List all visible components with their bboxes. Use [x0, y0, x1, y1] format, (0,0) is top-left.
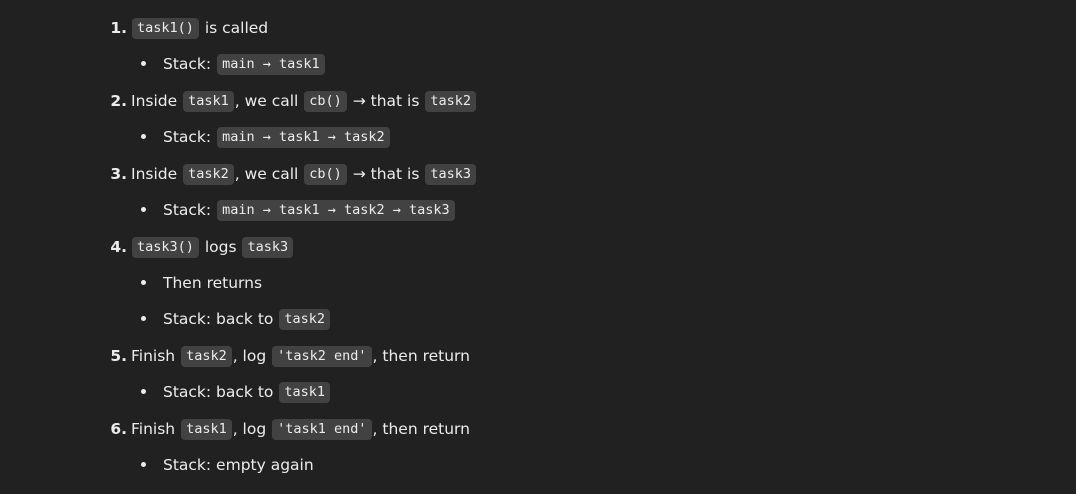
list-item: 6. Finish task1 , log 'task1 end' , then…	[110, 417, 470, 441]
bullet-icon	[141, 207, 146, 212]
step-text: , we call	[234, 165, 304, 183]
step-number: 5.	[110, 347, 127, 365]
step-text: Finish	[131, 420, 181, 438]
sub-text: Stack:	[163, 55, 217, 73]
step-text: logs	[199, 238, 242, 256]
step-text: → that is	[347, 165, 425, 183]
step-text: Inside	[131, 92, 183, 110]
step-text: is called	[199, 19, 269, 37]
inline-code: main → task1	[217, 53, 325, 75]
bullet-icon	[141, 280, 146, 285]
inline-code: task1	[183, 90, 234, 112]
step-number: 2.	[110, 92, 127, 110]
sub-list-item: Stack: back to task1	[141, 380, 331, 404]
inline-code: main → task1 → task2 → task3	[217, 199, 455, 221]
sub-list-item: Stack: empty again	[141, 453, 314, 477]
inline-code: task1	[181, 418, 232, 440]
sub-list-item: Stack: main → task1 → task2 → task3	[141, 198, 456, 222]
inline-code: task1()	[132, 17, 199, 39]
step-text: , then return	[372, 347, 470, 365]
sub-text: Stack:	[163, 128, 217, 146]
bullet-icon	[141, 316, 146, 321]
step-text: , log	[232, 420, 272, 438]
inline-code: main → task1 → task2	[217, 126, 390, 148]
step-number: 3.	[110, 165, 127, 183]
step-text: , then return	[372, 420, 470, 438]
inline-code: task3	[425, 163, 477, 185]
step-number: 1.	[110, 19, 127, 37]
bullet-icon	[141, 462, 146, 467]
list-item: 3. Inside task2 , we call cb() → that is…	[110, 162, 477, 186]
list-item: 1. task1() is called	[110, 16, 269, 40]
step-number: 4.	[110, 238, 127, 256]
step-text: Inside	[131, 165, 183, 183]
sub-list-item: Stack: main → task1 → task2	[141, 125, 391, 149]
step-text: , log	[232, 347, 272, 365]
bullet-icon	[141, 61, 146, 66]
step-text: , we call	[234, 92, 304, 110]
inline-code: task2	[183, 163, 234, 185]
sub-text: Stack:	[163, 201, 217, 219]
list-item: 5. Finish task2 , log 'task2 end' , then…	[110, 344, 470, 368]
bullet-icon	[141, 389, 146, 394]
inline-code: task2	[425, 90, 477, 112]
sub-text: Stack: back to	[163, 383, 279, 401]
inline-code: task3	[242, 236, 294, 258]
step-number: 6.	[110, 420, 127, 438]
step-text: → that is	[347, 92, 425, 110]
sub-list-item: Then returns	[141, 271, 263, 295]
bullet-icon	[141, 134, 146, 139]
inline-code: task1	[279, 381, 330, 403]
inline-code: cb()	[304, 90, 347, 112]
inline-code: 'task2 end'	[272, 345, 372, 367]
sub-text: Stack: empty again	[163, 456, 314, 474]
list-item: 2. Inside task1 , we call cb() → that is…	[110, 89, 477, 113]
list-item: 4. task3() logs task3	[110, 235, 294, 259]
inline-code: task3()	[132, 236, 199, 258]
sub-text: Then returns	[163, 274, 263, 292]
step-text: Finish	[131, 347, 181, 365]
sub-text: Stack: back to	[163, 310, 279, 328]
sub-list-item: Stack: main → task1	[141, 52, 326, 76]
sub-list-item: Stack: back to task2	[141, 307, 331, 331]
inline-code: cb()	[304, 163, 347, 185]
inline-code: task2	[279, 308, 330, 330]
inline-code: 'task1 end'	[272, 418, 372, 440]
inline-code: task2	[181, 345, 232, 367]
call-stack-explanation: 1. task1() is called Stack: main → task1…	[0, 0, 1076, 494]
